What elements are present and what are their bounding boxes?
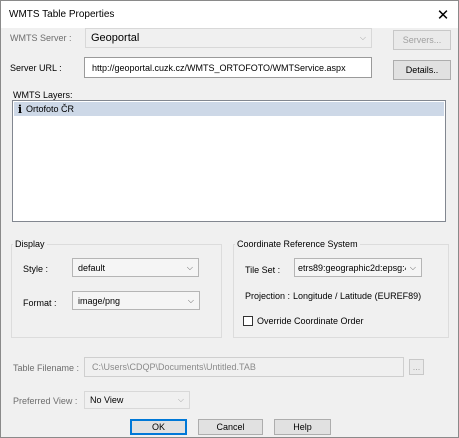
format-value: image/png <box>78 295 121 306</box>
chevron-down-icon: ⌵ <box>359 33 366 42</box>
details-button[interactable]: Details.. <box>393 60 451 80</box>
style-value: default <box>78 262 106 273</box>
table-filename-value: C:\Users\CDQP\Documents\Untitled.TAB <box>92 362 256 372</box>
wmts-server-label: WMTS Server : <box>10 33 72 43</box>
projection-label: Projection : <box>245 291 291 301</box>
cancel-button[interactable]: Cancel <box>198 419 263 435</box>
server-url-field[interactable]: http://geoportal.cuzk.cz/WMTS_ORTOFOTO/W… <box>84 57 372 78</box>
title-bar: WMTS Table Properties ✕ <box>1 1 458 28</box>
format-select[interactable]: image/png ⌵ <box>72 291 200 310</box>
chevron-down-icon: ⌵ <box>186 262 193 272</box>
server-url-label: Server URL : <box>10 63 62 73</box>
server-url-value: http://geoportal.cuzk.cz/WMTS_ORTOFOTO/W… <box>92 62 346 73</box>
override-coordinate-order-label: Override Coordinate Order <box>257 316 364 326</box>
close-icon[interactable]: ✕ <box>428 1 458 28</box>
window-title: WMTS Table Properties <box>9 9 115 20</box>
layer-label: Ortofoto ČR <box>26 104 75 114</box>
ok-button[interactable]: OK <box>130 419 187 435</box>
wmts-server-value: Geoportal <box>91 32 140 44</box>
list-item[interactable]: i Ortofoto ČR <box>14 102 444 116</box>
display-group-title: Display <box>13 239 47 249</box>
info-icon: i <box>17 102 23 116</box>
dialog-window: WMTS Table Properties ✕ WMTS Server : Ge… <box>0 0 459 438</box>
style-select[interactable]: default ⌵ <box>72 258 199 277</box>
chevron-down-icon: ⌵ <box>187 295 194 305</box>
style-label: Style : <box>23 264 49 274</box>
tileset-value: etrs89:geographic2d:epsg:42 <box>298 262 406 273</box>
help-button[interactable]: Help <box>274 419 331 435</box>
wmts-layers-label: WMTS Layers: <box>13 90 73 100</box>
tileset-label: Tile Set : <box>245 265 281 275</box>
preferred-view-select: No View ⌵ <box>84 391 190 409</box>
projection-value: Longitude / Latitude (EUREF89) <box>293 291 422 301</box>
preferred-view-value: No View <box>90 395 124 405</box>
table-filename-field: C:\Users\CDQP\Documents\Untitled.TAB <box>84 357 404 377</box>
table-filename-label: Table Filename : <box>13 363 80 373</box>
chevron-down-icon: ⌵ <box>409 262 416 272</box>
crs-group-title: Coordinate Reference System <box>235 239 360 249</box>
servers-button: Servers... <box>393 30 451 50</box>
tileset-select[interactable]: etrs89:geographic2d:epsg:42 ⌵ <box>294 258 422 277</box>
browse-button: ... <box>409 359 424 375</box>
preferred-view-label: Preferred View : <box>13 396 78 406</box>
wmts-server-select: Geoportal ⌵ <box>85 28 372 48</box>
wmts-layers-list[interactable]: i Ortofoto ČR <box>12 100 446 222</box>
format-label: Format : <box>23 298 57 308</box>
chevron-down-icon: ⌵ <box>177 395 184 404</box>
override-coordinate-order-checkbox[interactable] <box>243 316 253 326</box>
